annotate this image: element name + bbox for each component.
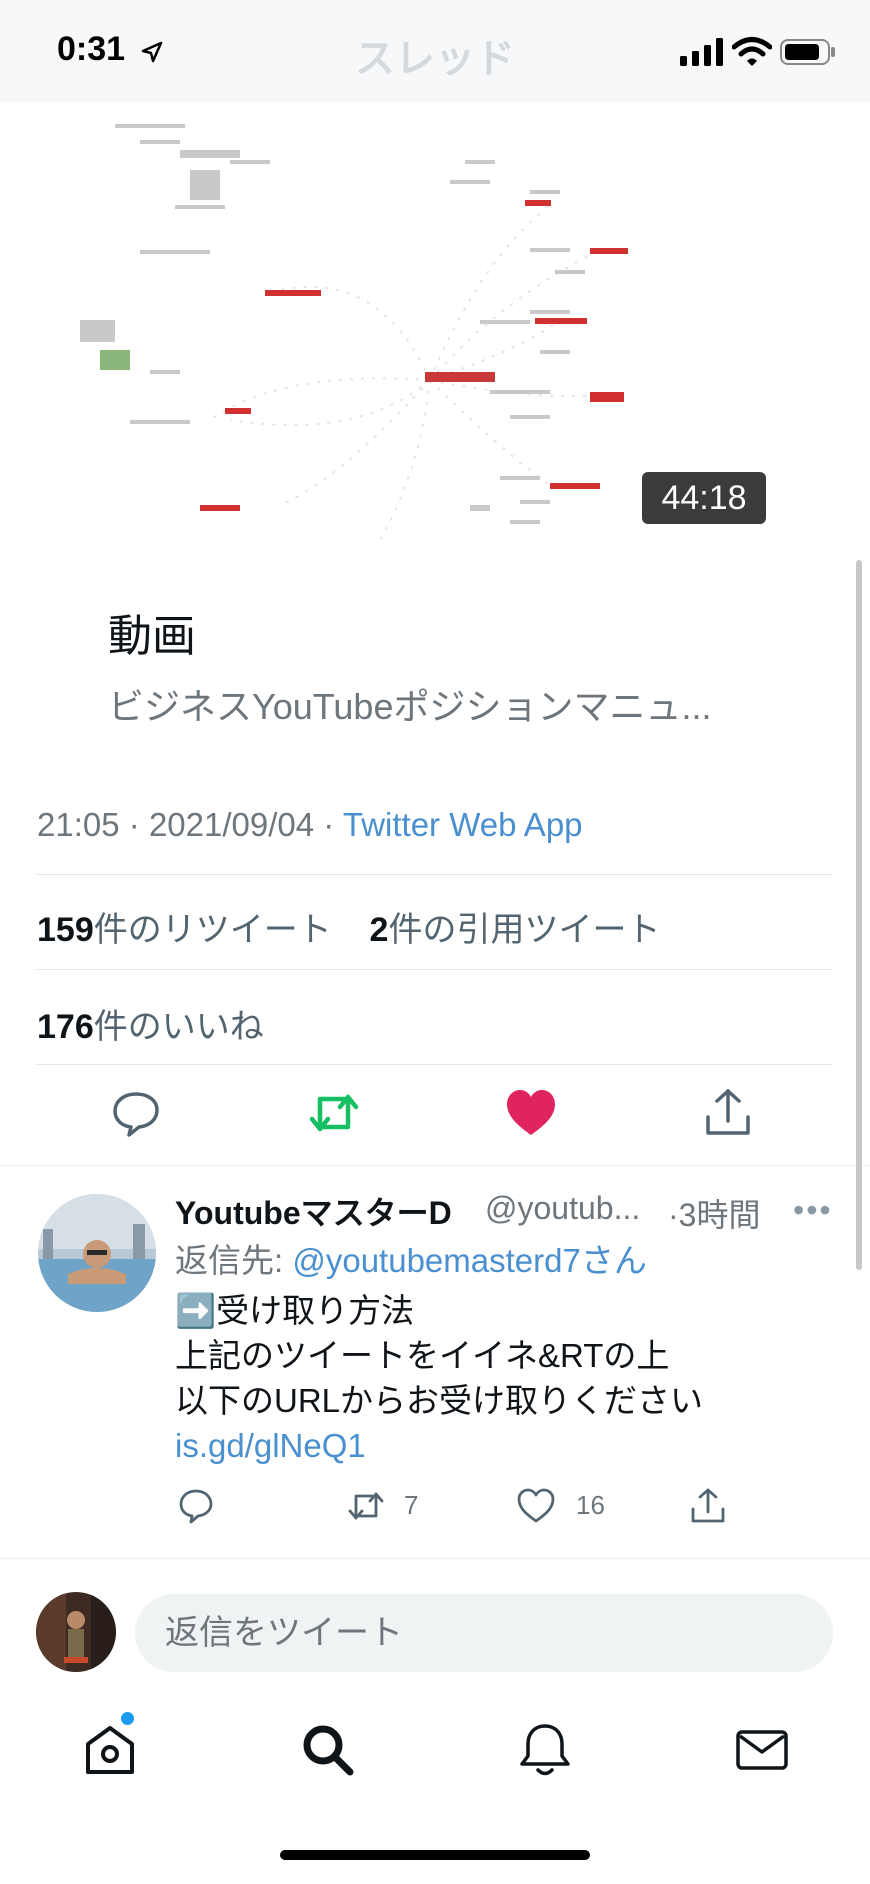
meta-separator: · [323, 806, 335, 843]
notifications-icon[interactable] [515, 1720, 575, 1780]
divider [37, 969, 833, 970]
reply-author-avatar[interactable] [38, 1194, 156, 1312]
retweet-icon[interactable] [306, 1085, 362, 1141]
divider [0, 1165, 870, 1166]
divider [37, 874, 833, 875]
tweet-meta: 21:05 · 2021/09/04 · Twitter Web App [37, 806, 583, 844]
tweet-date: 2021/09/04 [148, 806, 315, 843]
reply-link[interactable]: is.gd/glNeQ1 [175, 1423, 703, 1468]
video-duration-badge: 44:18 [642, 472, 766, 524]
reply-body-line: 以下のURLからお受け取りください [175, 1382, 704, 1419]
divider [0, 1558, 870, 1559]
tweet-source-link[interactable]: Twitter Web App [343, 806, 583, 843]
reply-icon[interactable] [108, 1085, 164, 1141]
reply-author-handle[interactable]: @youtub... [485, 1190, 640, 1227]
more-options-icon[interactable]: ••• [793, 1192, 833, 1229]
reply-body: ➡️受け取り方法 上記のツイートをイイネ&RTの上 以下のURLからお受け取りく… [175, 1288, 703, 1468]
meta-separator: · [128, 806, 140, 843]
status-bar: スレッド 0:31 [0, 0, 870, 102]
reply-to-line: 返信先: @youtubemasterd7さん [175, 1234, 647, 1282]
wifi-icon [732, 37, 772, 66]
card-title[interactable]: 動画 [108, 600, 196, 664]
reply-body-line: 上記のツイートをイイネ&RTの上 [175, 1337, 670, 1374]
battery-icon [780, 39, 835, 65]
location-arrow-icon [141, 41, 163, 63]
reply-body-line: ➡️受け取り方法 [175, 1292, 415, 1329]
likes-count: 176 [37, 1008, 94, 1046]
retweet-stats: 159件のリツイート 2件の引用ツイート [37, 902, 660, 951]
reply-to-label: 返信先: [175, 1242, 284, 1279]
likes-link[interactable]: 176件のいいね [37, 999, 264, 1048]
home-unread-dot [121, 1712, 134, 1725]
quotes-label: 件の引用ツイート [388, 911, 661, 949]
retweet-icon[interactable] [346, 1486, 386, 1526]
reply-author-name[interactable]: YoutubeマスターD [175, 1188, 452, 1234]
messages-icon[interactable] [732, 1720, 792, 1780]
reply-to-mention[interactable]: @youtubemasterd7さん [292, 1242, 647, 1279]
quotes-count: 2 [369, 911, 389, 949]
reply-icon[interactable] [176, 1486, 216, 1526]
home-icon[interactable] [80, 1720, 140, 1780]
home-indicator[interactable] [280, 1850, 590, 1860]
scrollbar[interactable] [856, 560, 862, 1270]
reply-like-count: 16 [576, 1490, 605, 1520]
like-icon[interactable] [516, 1486, 556, 1526]
likes-label: 件のいいね [93, 1008, 264, 1046]
status-time: 0:31 [57, 30, 126, 68]
divider [37, 1064, 833, 1065]
reply-action-bar: 7 16 [0, 1486, 870, 1530]
cellular-signal-icon [680, 38, 723, 66]
quotes-link[interactable]: 2件の引用ツイート [370, 911, 661, 949]
retweets-label: 件のリツイート [93, 911, 332, 949]
card-subtitle[interactable]: ビジネスYouTubeポジションマニュ... [108, 678, 748, 730]
retweets-count: 159 [37, 911, 94, 949]
share-icon[interactable] [700, 1085, 756, 1141]
reply-timestamp[interactable]: ·3時間 [668, 1190, 760, 1236]
current-user-avatar[interactable] [36, 1592, 116, 1672]
tweet-action-bar [0, 1085, 870, 1155]
tweet-time: 21:05 [37, 806, 120, 843]
retweets-link[interactable]: 159件のリツイート [37, 911, 332, 949]
search-icon[interactable] [298, 1720, 358, 1780]
share-icon[interactable] [688, 1486, 728, 1526]
reply-retweet-count: 7 [404, 1490, 419, 1520]
reply-composer-input[interactable] [135, 1594, 833, 1672]
like-icon[interactable] [503, 1085, 559, 1141]
